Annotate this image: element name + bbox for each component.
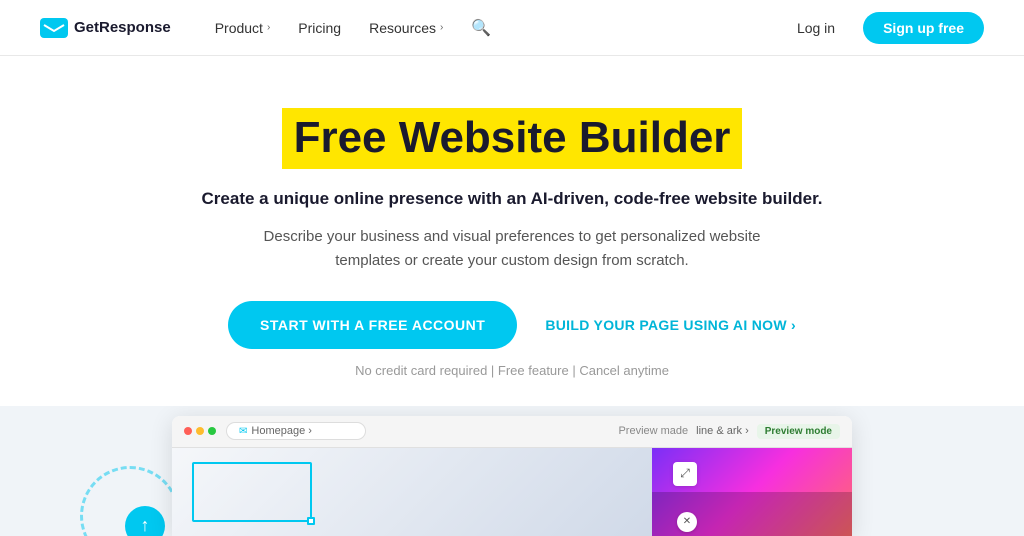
logo-text: GetResponse: [74, 19, 171, 36]
minimize-window-dot[interactable]: [196, 427, 204, 435]
close-selection-button[interactable]: ✕: [677, 512, 697, 532]
nav-resources-label: Resources: [369, 20, 436, 36]
hero-title: Free Website Builder: [282, 108, 743, 169]
browser-mockup-area: ↑ ✉ Homepage › Preview made line & ark ›…: [0, 406, 1024, 536]
build-page-ai-button[interactable]: BUILD YOUR PAGE USING AI NOW ›: [545, 317, 796, 333]
browser-actions: Preview made line & ark › Preview mode: [618, 424, 840, 439]
signup-button[interactable]: Sign up free: [863, 12, 984, 44]
hero-title-wrapper: Free Website Builder: [282, 108, 743, 169]
logo-link[interactable]: GetResponse: [40, 18, 171, 38]
share-tool-icon[interactable]: ⤢: [673, 462, 697, 486]
arrow-up-icon: ↑: [141, 515, 150, 536]
selection-handle[interactable]: [307, 517, 315, 525]
start-free-account-button[interactable]: START WITH A FREE ACCOUNT: [228, 301, 517, 349]
nav-right: Log in Sign up free: [785, 12, 984, 44]
hero-subtitle-main: Create a unique online presence with an …: [40, 189, 984, 209]
hero-fine-print: No credit card required | Free feature |…: [40, 363, 984, 378]
browser-url-bar[interactable]: ✉ Homepage ›: [226, 422, 366, 440]
hero-section: Free Website Builder Create a unique onl…: [0, 56, 1024, 406]
browser-window-controls: [184, 427, 216, 435]
nav-item-product[interactable]: Product ›: [203, 12, 283, 44]
selection-box: [192, 462, 312, 522]
hero-subtitle-desc: Describe your business and visual prefer…: [232, 225, 792, 273]
navbar: GetResponse Product › Pricing Resources …: [0, 0, 1024, 56]
browser-content: ⤢ ✕: [172, 448, 852, 536]
search-icon: 🔍: [471, 20, 491, 37]
browser-window: ✉ Homepage › Preview made line & ark › P…: [172, 416, 852, 536]
close-window-dot[interactable]: [184, 427, 192, 435]
nav-item-resources[interactable]: Resources ›: [357, 12, 455, 44]
nav-product-label: Product: [215, 20, 263, 36]
logo-icon: [40, 18, 68, 38]
mail-icon: ✉: [239, 426, 247, 437]
maximize-window-dot[interactable]: [208, 427, 216, 435]
nav-pricing-label: Pricing: [298, 20, 341, 36]
nav-links: Product › Pricing Resources › 🔍: [203, 10, 785, 46]
browser-side-tools: ⤢: [673, 462, 697, 486]
browser-bar: ✉ Homepage › Preview made line & ark › P…: [172, 416, 852, 448]
preview-badge[interactable]: Preview mode: [757, 424, 840, 439]
chevron-down-icon: ›: [267, 22, 270, 33]
preview-text: Preview made: [618, 425, 688, 437]
close-icon: ✕: [683, 516, 691, 527]
url-label: Homepage ›: [251, 425, 312, 437]
actions-label: line & ark ›: [696, 425, 749, 437]
hero-cta-row: START WITH A FREE ACCOUNT BUILD YOUR PAG…: [40, 301, 984, 349]
search-button[interactable]: 🔍: [459, 10, 503, 46]
chevron-down-icon-resources: ›: [440, 22, 443, 33]
login-button[interactable]: Log in: [785, 14, 847, 42]
nav-item-pricing[interactable]: Pricing: [286, 12, 353, 44]
